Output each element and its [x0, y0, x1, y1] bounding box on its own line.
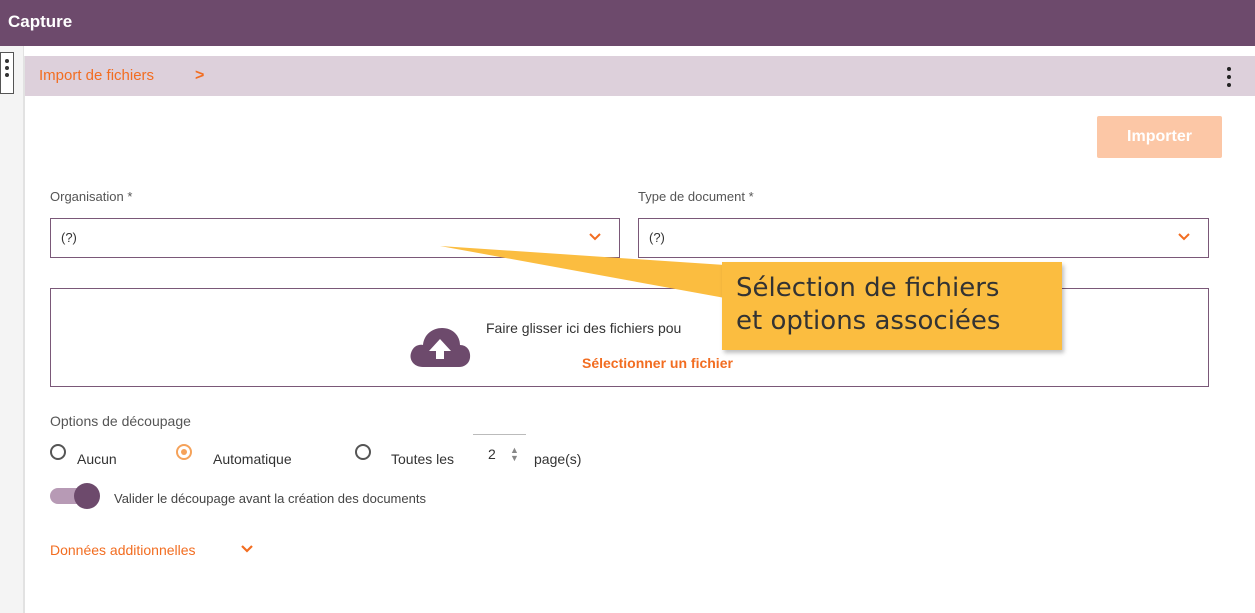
radio-every-pages-label: Toutes les — [391, 451, 455, 467]
document-type-label: Type de document * — [638, 189, 754, 204]
validate-split-label: Valider le découpage avant la création d… — [114, 491, 426, 506]
chevron-down-icon — [241, 545, 253, 553]
document-type-select[interactable]: (?) — [638, 218, 1209, 258]
organisation-select[interactable]: (?) — [50, 218, 620, 258]
pages-stepper-value: 2 — [488, 446, 496, 462]
dropzone-text: Faire glisser ici des fichiers pou — [486, 320, 682, 336]
chevron-down-icon — [1178, 233, 1190, 241]
left-sidebar — [0, 46, 24, 613]
organisation-label: Organisation * — [50, 189, 133, 204]
validate-split-toggle[interactable] — [50, 483, 100, 509]
app-header: Capture — [0, 0, 1255, 46]
chevron-down-icon — [589, 233, 601, 241]
organisation-value: (?) — [61, 230, 77, 245]
chevron-right-icon: > — [195, 67, 205, 84]
panel-header: Import de fichiers > — [25, 56, 1255, 96]
radio-none[interactable] — [50, 444, 66, 460]
select-file-link[interactable]: Sélectionner un fichier — [582, 355, 733, 371]
additional-data-label: Données additionnelles — [50, 542, 196, 558]
split-options-title: Options de découpage — [50, 413, 191, 429]
more-options-icon[interactable] — [1224, 65, 1234, 89]
menu-dot-icon — [5, 73, 9, 77]
document-type-value: (?) — [649, 230, 665, 245]
annotation-text: Sélection de fichiers et options associé… — [736, 273, 1001, 336]
import-button[interactable]: Importer — [1097, 116, 1222, 158]
app-title: Capture — [8, 12, 73, 31]
radio-automatic[interactable] — [176, 444, 192, 460]
breadcrumb-import[interactable]: Import de fichiers — [39, 67, 154, 84]
cloud-upload-icon — [410, 328, 471, 367]
menu-dot-icon — [5, 66, 9, 70]
pages-stepper[interactable]: 2 ▲ ▼ — [473, 434, 526, 470]
pages-suffix-label: page(s) — [534, 451, 582, 467]
radio-every-pages[interactable] — [355, 444, 371, 460]
annotation-callout: Sélection de fichiers et options associé… — [722, 262, 1062, 350]
menu-dot-icon — [5, 59, 9, 63]
radio-none-label: Aucun — [77, 451, 117, 467]
radio-automatic-label: Automatique — [213, 451, 292, 467]
menu-toggle-button[interactable] — [0, 52, 14, 94]
additional-data-toggle[interactable]: Données additionnelles — [50, 542, 253, 558]
stepper-arrows-icon[interactable]: ▲ ▼ — [510, 446, 519, 463]
